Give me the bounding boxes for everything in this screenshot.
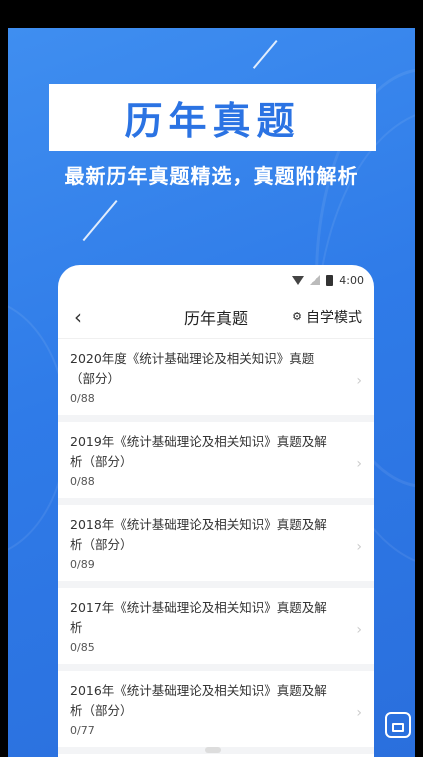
chevron-right-icon: › — [356, 373, 362, 389]
save-icon[interactable] — [385, 712, 411, 738]
gear-icon: ⚙ — [292, 310, 302, 323]
decor-slash — [82, 200, 118, 242]
list-item[interactable]: 2016年《统计基础理论及相关知识》真题及解析（部分） 0/77 › — [58, 671, 374, 754]
chevron-right-icon: › — [356, 705, 362, 721]
wifi-icon — [292, 275, 305, 285]
item-progress: 0/77 — [70, 724, 95, 737]
item-progress: 0/88 — [70, 392, 95, 405]
status-time: 4:00 — [339, 273, 364, 287]
phone-mockup: 4:00 ‹ 历年真题 ⚙ 自学模式 2020年度《统计基础理论及相关知识》真题… — [58, 265, 374, 757]
exam-list: 2020年度《统计基础理论及相关知识》真题（部分） 0/88 › 2019年《统… — [58, 339, 374, 754]
poster-subtitle: 最新历年真题精选，真题附解析 — [64, 164, 359, 188]
item-title: 2019年《统计基础理论及相关知识》真题及解析（部分） — [70, 434, 327, 469]
home-indicator — [205, 747, 221, 753]
item-title: 2016年《统计基础理论及相关知识》真题及解析（部分） — [70, 683, 327, 718]
battery-icon — [326, 274, 334, 286]
item-title: 2018年《统计基础理论及相关知识》真题及解析（部分） — [70, 517, 327, 552]
item-title: 2017年《统计基础理论及相关知识》真题及解析 — [70, 600, 327, 635]
chevron-right-icon: › — [356, 456, 362, 472]
list-item[interactable]: 2019年《统计基础理论及相关知识》真题及解析（部分） 0/88 › — [58, 422, 374, 505]
item-progress: 0/89 — [70, 558, 95, 571]
headline-text: 历年真题 — [124, 99, 301, 143]
decor-slash — [252, 40, 278, 69]
list-item[interactable]: 2020年度《统计基础理论及相关知识》真题（部分） 0/88 › — [58, 339, 374, 422]
nav-bar: ‹ 历年真题 ⚙ 自学模式 — [58, 295, 374, 339]
item-title: 2020年度《统计基础理论及相关知识》真题（部分） — [70, 351, 315, 386]
signal-icon — [310, 275, 321, 285]
list-item[interactable]: 2017年《统计基础理论及相关知识》真题及解析 0/85 › — [58, 588, 374, 671]
chevron-right-icon: › — [356, 539, 362, 555]
item-progress: 0/88 — [70, 475, 95, 488]
chevron-right-icon: › — [356, 622, 362, 638]
back-icon[interactable]: ‹ — [74, 305, 94, 329]
mode-label: 自学模式 — [306, 309, 362, 326]
list-item[interactable]: 2018年《统计基础理论及相关知识》真题及解析（部分） 0/89 › — [58, 505, 374, 588]
self-study-mode-button[interactable]: ⚙ 自学模式 — [292, 307, 362, 327]
headline-banner: 历年真题 — [49, 84, 376, 151]
promo-poster: 历年真题 最新历年真题精选，真题附解析 4:00 ‹ 历年真题 ⚙ 自学模式 2… — [8, 28, 415, 757]
status-bar: 4:00 — [58, 265, 374, 295]
item-progress: 0/85 — [70, 641, 95, 654]
